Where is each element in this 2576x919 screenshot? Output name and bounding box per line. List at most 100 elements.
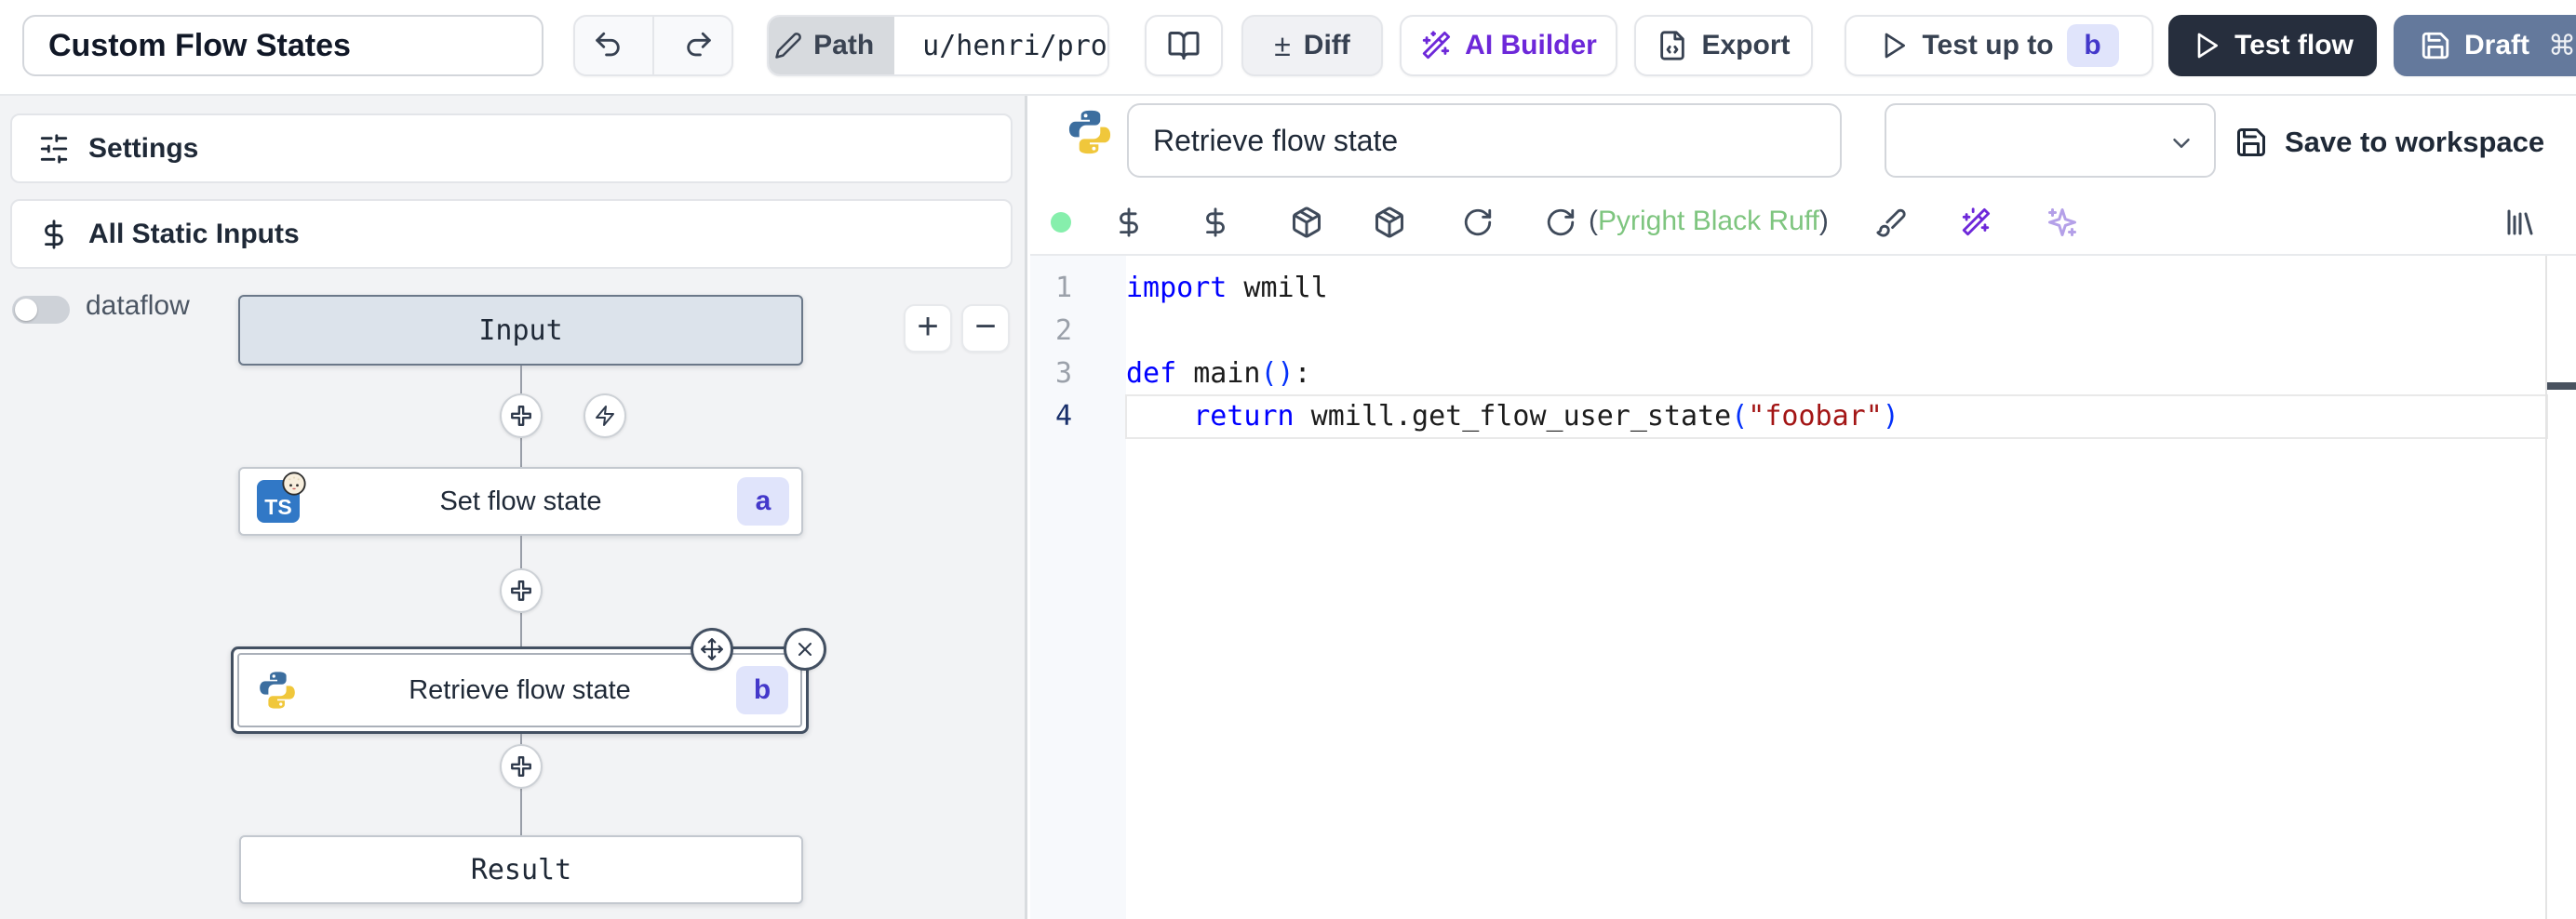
dataflow-toggle[interactable] xyxy=(12,296,70,324)
code-line[interactable]: import wmill xyxy=(1126,267,2547,310)
all-static-inputs-card[interactable]: All Static Inputs xyxy=(10,199,1013,269)
settings-card[interactable]: Settings xyxy=(10,113,1013,183)
plus-minus-icon: ± xyxy=(1274,29,1291,63)
python-icon xyxy=(256,669,299,712)
book-open-icon xyxy=(1167,29,1201,62)
draft-label: Draft xyxy=(2464,30,2529,61)
zoom-out-button[interactable]: − xyxy=(961,304,1010,353)
editor-gutter: 1234 xyxy=(1030,256,1126,919)
refresh-icon xyxy=(1545,206,1576,238)
assistants-paren: ( xyxy=(1589,206,1598,237)
docs-button[interactable] xyxy=(1145,15,1223,76)
dollar-icon xyxy=(1113,206,1145,238)
draft-shortcut: ⌘S xyxy=(2548,30,2576,62)
zoom-in-button[interactable]: + xyxy=(904,304,952,353)
redo-button[interactable] xyxy=(667,17,731,74)
draft-save-button[interactable]: Draft ⌘S xyxy=(2394,15,2576,76)
path-label: Path xyxy=(813,30,874,61)
save-to-workspace-label: Save to workspace xyxy=(2285,126,2544,159)
overview-ruler-cursor-marker xyxy=(2547,382,2576,390)
assistants-paren: ) xyxy=(1819,206,1829,237)
export-button[interactable]: Export xyxy=(1634,15,1813,76)
flow-node-set-flow-state[interactable]: TS Set flow state a xyxy=(238,467,803,536)
ai-edit-button[interactable] xyxy=(1957,204,1994,241)
library-button[interactable] xyxy=(2502,204,2539,241)
typescript-bun-icon: TS xyxy=(257,480,300,523)
resource-picker-button[interactable] xyxy=(1197,204,1234,241)
insert-step-button[interactable] xyxy=(500,568,543,613)
ai-builder-label: AI Builder xyxy=(1465,30,1597,61)
save-icon xyxy=(2234,126,2268,159)
line-number: 2 xyxy=(1030,310,1097,353)
editor-toolbar: (Pyright Black Ruff) xyxy=(1030,189,2576,256)
undo-button[interactable] xyxy=(575,17,639,74)
undo-icon xyxy=(592,30,624,61)
redo-icon xyxy=(683,30,715,61)
package-button[interactable] xyxy=(1371,204,1408,241)
node-label: Retrieve flow state xyxy=(409,675,631,706)
code-line[interactable]: def main(): xyxy=(1126,353,2547,395)
test-flow-label: Test flow xyxy=(2234,30,2354,61)
package-icon xyxy=(1373,206,1406,239)
insert-step-button[interactable] xyxy=(500,393,543,438)
magic-wand-icon xyxy=(1420,30,1452,61)
test-flow-button[interactable]: Test flow xyxy=(2168,15,2377,76)
sparkles-icon xyxy=(2046,206,2079,239)
assistants-text: Pyright Black Ruff xyxy=(1598,206,1819,237)
path-group: Path u/henri/pro xyxy=(767,15,1109,76)
plus-icon xyxy=(509,404,533,428)
settings-label: Settings xyxy=(88,133,198,165)
code-assistants-label[interactable]: (Pyright Black Ruff) xyxy=(1589,189,1829,254)
flow-node-input[interactable]: Input xyxy=(238,295,803,366)
delete-step-button[interactable] xyxy=(784,628,826,671)
code-lines[interactable]: import wmill def main(): return wmill.get… xyxy=(1126,256,2547,919)
trigger-button[interactable] xyxy=(584,393,626,438)
step-editor-panel: Save to workspace (Pyright Bl xyxy=(1030,96,2576,919)
move-step-button[interactable] xyxy=(691,628,733,671)
variable-picker-button[interactable] xyxy=(1110,204,1147,241)
close-icon xyxy=(794,638,816,660)
ai-suggest-button[interactable] xyxy=(2044,204,2081,241)
path-button[interactable]: Path xyxy=(767,17,894,74)
package-button[interactable] xyxy=(1288,204,1325,241)
paintbrush-icon xyxy=(1875,206,1907,238)
reload-button[interactable] xyxy=(1459,204,1496,241)
divider xyxy=(652,17,654,74)
file-export-icon xyxy=(1657,30,1688,61)
python-icon xyxy=(1065,107,1115,157)
reload-button[interactable] xyxy=(1542,204,1579,241)
flow-name-input[interactable] xyxy=(22,15,543,76)
windmill-flow-editor: Path u/henri/pro ± Diff AI Builder Expor… xyxy=(0,0,2576,919)
language-select[interactable] xyxy=(1885,103,2216,178)
code-line[interactable]: return wmill.get_flow_user_state("foobar… xyxy=(1126,395,2547,438)
package-icon xyxy=(1290,206,1323,239)
diff-button[interactable]: ± Diff xyxy=(1241,15,1383,76)
bun-icon xyxy=(281,471,307,497)
step-badge-b: b xyxy=(2067,24,2119,67)
dataflow-label: dataflow xyxy=(86,290,190,322)
path-value[interactable]: u/henri/pro xyxy=(907,17,1109,74)
move-icon xyxy=(700,637,724,661)
dollar-icon xyxy=(38,219,70,250)
step-badge-b: b xyxy=(736,666,788,714)
magic-wand-icon xyxy=(1960,206,1992,238)
library-icon xyxy=(2503,206,2537,239)
insert-step-button[interactable] xyxy=(500,744,543,789)
step-name-input[interactable] xyxy=(1127,103,1842,178)
ai-builder-button[interactable]: AI Builder xyxy=(1400,15,1617,76)
test-up-to-button[interactable]: Test up to b xyxy=(1845,15,2153,76)
node-label: Set flow state xyxy=(439,486,601,517)
code-line[interactable] xyxy=(1126,310,2547,353)
code-editor[interactable]: 1234 import wmill def main(): return wmil… xyxy=(1030,256,2576,919)
chevron-down-icon xyxy=(2167,129,2195,157)
step-badge-a: a xyxy=(737,477,789,526)
zap-icon xyxy=(594,405,616,427)
refresh-icon xyxy=(1462,206,1494,238)
overview-ruler xyxy=(2545,256,2547,919)
plus-icon xyxy=(509,754,533,779)
save-to-workspace-button[interactable]: Save to workspace xyxy=(2234,114,2544,170)
pencil-icon xyxy=(774,32,802,60)
format-code-button[interactable] xyxy=(1872,204,1910,241)
flow-node-result[interactable]: Result xyxy=(239,835,803,904)
line-number: 1 xyxy=(1030,267,1097,310)
